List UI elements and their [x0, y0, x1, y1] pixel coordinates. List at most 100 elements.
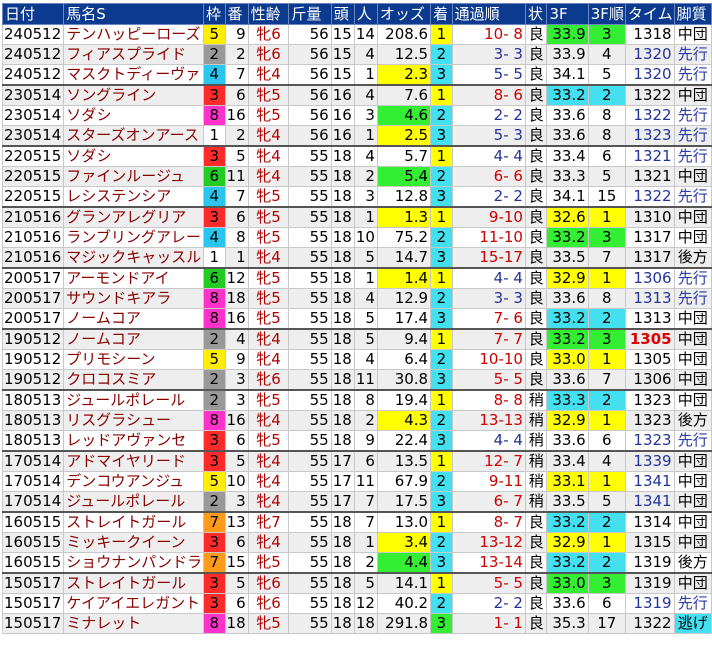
weight-cell: 55 — [288, 532, 332, 553]
field-size-cell: 18 — [330, 145, 355, 167]
odds-cell: 5.4 — [376, 166, 432, 187]
finish-cell: 2 — [430, 593, 453, 614]
popularity-cell: 18 — [353, 613, 378, 634]
passing-order-cell: 12- 7 — [451, 450, 526, 472]
header-field-size: 頭 — [330, 3, 355, 25]
popularity-cell: 5 — [353, 247, 378, 269]
race-results-table: 日付 馬名S 枠 番 性齢 斤量 頭 人 オッズ 着 通過順 状 3F 3F順 … — [1, 3, 712, 634]
number-cell: 13 — [224, 511, 249, 533]
time-cell: 1306 — [624, 369, 675, 391]
passing-order-cell: 13-12 — [451, 532, 526, 553]
frame-cell: 6 — [203, 166, 226, 187]
header-sex-age: 性齢 — [247, 3, 290, 25]
popularity-cell: 5 — [353, 308, 378, 330]
time-cell: 1321 — [624, 145, 675, 167]
frame-cell: 8 — [203, 308, 226, 330]
horse-name-cell: ノームコア — [63, 328, 205, 350]
odds-cell: 14.1 — [376, 572, 432, 594]
track-condition-cell: 良 — [524, 206, 548, 228]
sex-age-cell: 牝4 — [247, 450, 290, 472]
time-cell: 1321 — [624, 166, 675, 187]
table-row: 210516 グランアレグリア 3 6 牝5 55 18 1 1.3 1 9-10 良 32.6 1 131… — [1, 206, 712, 228]
time-cell: 1323 — [624, 125, 675, 147]
track-condition-cell: 良 — [524, 64, 548, 86]
horse-name-cell: ミッキークイーン — [63, 532, 205, 553]
number-cell: 9 — [224, 24, 249, 45]
horse-name-cell: テンハッピーローズ — [63, 24, 205, 45]
odds-cell: 17.4 — [376, 308, 432, 330]
sex-age-cell: 牝4 — [247, 247, 290, 269]
date-cell: 170514 — [1, 491, 65, 513]
running-style-cell: 中団 — [673, 166, 712, 187]
running-style-cell: 中団 — [673, 328, 712, 350]
frame-cell: 2 — [203, 44, 226, 65]
passing-order-cell: 5- 5 — [451, 369, 526, 391]
running-style-cell: 中団 — [673, 572, 712, 594]
odds-cell: 13.5 — [376, 450, 432, 472]
popularity-cell: 3 — [353, 105, 378, 126]
sex-age-cell: 牝4 — [247, 410, 290, 431]
last-3f-rank-cell: 4 — [587, 44, 626, 65]
frame-cell: 3 — [203, 430, 226, 452]
table-row: 230514 ソングライン 3 6 牝5 56 16 4 7.6 1 8- 6 良 33.2 2 1322 中… — [1, 84, 712, 106]
last-3f-cell: 33.9 — [546, 44, 589, 65]
date-cell: 230514 — [1, 105, 65, 126]
horse-name-cell: リスグラシュー — [63, 410, 205, 431]
track-condition-cell: 良 — [524, 145, 548, 167]
last-3f-cell: 32.6 — [546, 206, 589, 228]
running-style-cell: 中団 — [673, 471, 712, 492]
track-condition-cell: 稍 — [524, 430, 548, 452]
weight-cell: 55 — [288, 349, 332, 370]
finish-cell: 1 — [430, 328, 453, 350]
odds-cell: 291.8 — [376, 613, 432, 634]
field-size-cell: 18 — [330, 349, 355, 370]
sex-age-cell: 牝7 — [247, 511, 290, 533]
popularity-cell: 1 — [353, 206, 378, 228]
time-cell: 1341 — [624, 471, 675, 492]
frame-cell: 8 — [203, 410, 226, 431]
popularity-cell: 1 — [353, 125, 378, 147]
frame-cell: 5 — [203, 349, 226, 370]
time-cell: 1319 — [624, 593, 675, 614]
track-condition-cell: 良 — [524, 288, 548, 309]
time-cell: 1322 — [624, 613, 675, 634]
time-cell: 1310 — [624, 206, 675, 228]
last-3f-cell: 33.3 — [546, 389, 589, 411]
date-cell: 230514 — [1, 125, 65, 147]
last-3f-rank-cell: 7 — [587, 369, 626, 391]
field-size-cell: 18 — [330, 166, 355, 187]
number-cell: 4 — [224, 328, 249, 350]
time-cell: 1320 — [624, 64, 675, 86]
table-row: 240512 テンハッピーローズ 5 9 牝6 56 15 14 208.6 1 10- 8 良 33.… — [1, 24, 712, 45]
sex-age-cell: 牝5 — [247, 430, 290, 452]
sex-age-cell: 牝5 — [247, 552, 290, 574]
number-cell: 2 — [224, 44, 249, 65]
running-style-cell: 先行 — [673, 430, 712, 452]
date-cell: 150517 — [1, 613, 65, 634]
running-style-cell: 中団 — [673, 511, 712, 533]
field-size-cell: 17 — [330, 471, 355, 492]
last-3f-rank-cell: 6 — [587, 430, 626, 452]
finish-cell: 1 — [430, 511, 453, 533]
field-size-cell: 18 — [330, 247, 355, 269]
horse-name-cell: レシステンシア — [63, 186, 205, 208]
weight-cell: 55 — [288, 186, 332, 208]
last-3f-rank-cell: 15 — [587, 186, 626, 208]
running-style-cell: 先行 — [673, 145, 712, 167]
field-size-cell: 18 — [330, 267, 355, 289]
horse-name-cell: ストレイトガール — [63, 511, 205, 533]
last-3f-cell: 33.3 — [546, 166, 589, 187]
field-size-cell: 17 — [330, 491, 355, 513]
frame-cell: 8 — [203, 613, 226, 634]
last-3f-cell: 33.0 — [546, 349, 589, 370]
popularity-cell: 2 — [353, 552, 378, 574]
table-row: 200517 サウンドキアラ 8 18 牝5 55 18 4 12.9 2 3- 3 良 33.6 8 13… — [1, 288, 712, 309]
last-3f-cell: 33.4 — [546, 450, 589, 472]
track-condition-cell: 良 — [524, 572, 548, 594]
weight-cell: 55 — [288, 389, 332, 411]
odds-cell: 6.4 — [376, 349, 432, 370]
running-style-cell: 中団 — [673, 227, 712, 248]
number-cell: 6 — [224, 430, 249, 452]
popularity-cell: 11 — [353, 369, 378, 391]
horse-name-cell: クロコスミア — [63, 369, 205, 391]
